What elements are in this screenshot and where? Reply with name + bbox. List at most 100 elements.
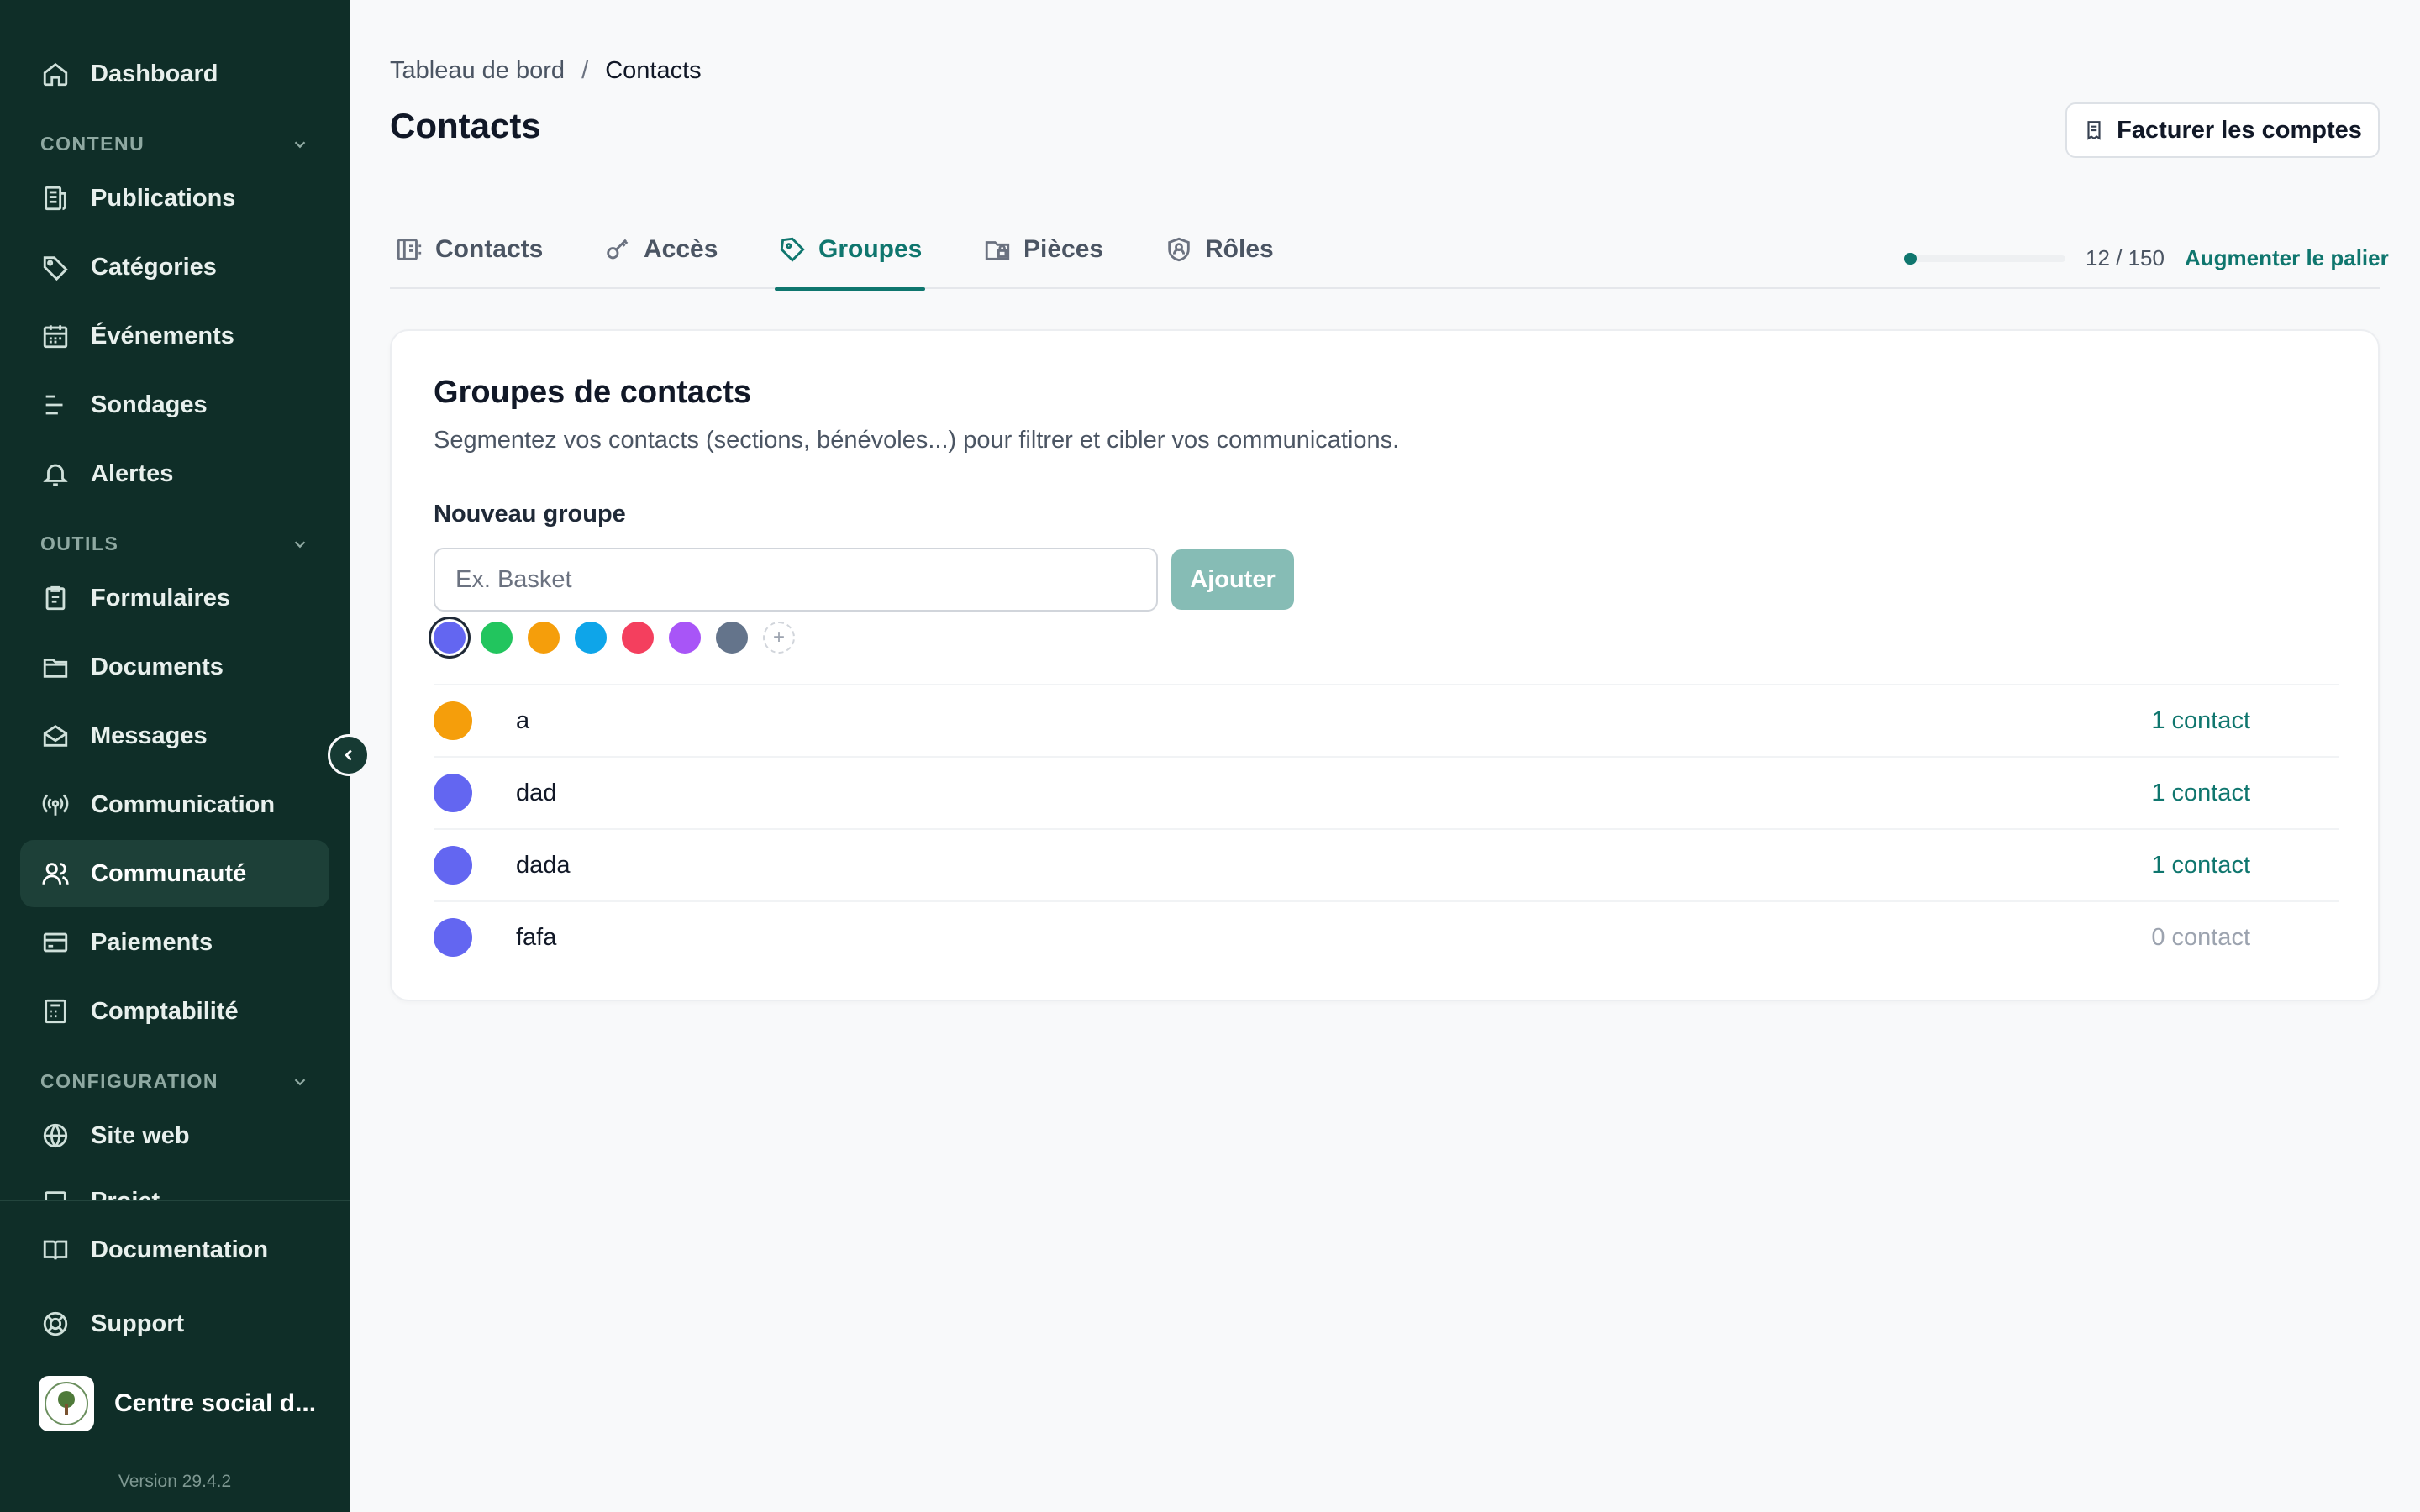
page-title: Contacts <box>390 106 541 145</box>
tab-pieces[interactable]: Pièces <box>983 210 1103 289</box>
sidebar-item-alertes[interactable]: Alertes <box>20 440 329 507</box>
group-contact-count[interactable]: 0 contact <box>2151 924 2250 952</box>
chevron-down-icon <box>294 540 306 548</box>
section-label-configuration[interactable]: CONFIGURATION <box>40 1070 309 1093</box>
card-title: Groupes de contacts <box>434 375 751 410</box>
poll-icon <box>20 391 91 419</box>
sidebar-item-label: Projet <box>91 1188 160 1200</box>
sidebar-item-sondages[interactable]: Sondages <box>20 371 329 438</box>
sidebar-item-documentation[interactable]: Documentation <box>20 1216 329 1284</box>
sidebar-item-paiements[interactable]: Paiements <box>20 909 329 976</box>
card-icon <box>20 928 91 957</box>
color-swatch[interactable] <box>575 622 607 654</box>
color-swatch[interactable] <box>669 622 701 654</box>
sidebar-item-evenements[interactable]: Événements <box>20 302 329 370</box>
sidebar-scroll-clip: Projet <box>0 1171 350 1200</box>
group-row[interactable]: dada 1 contact <box>434 828 2339 900</box>
group-contact-count[interactable]: 1 contact <box>2151 707 2250 735</box>
group-color-dot <box>434 918 472 957</box>
sidebar-item-label: Support <box>91 1310 185 1337</box>
sidebar-item-label: Communauté <box>91 859 247 887</box>
sidebar-item-label: Documents <box>91 653 224 680</box>
group-row[interactable]: a 1 contact <box>434 684 2339 756</box>
sidebar-item-communaute[interactable]: Communauté <box>20 840 329 907</box>
mail-open-icon <box>20 722 91 750</box>
sidebar-item-label: Publications <box>91 184 236 212</box>
clipboard-icon <box>20 584 91 612</box>
sidebar-item-documents[interactable]: Documents <box>20 633 329 701</box>
shield-user-icon <box>1168 237 1190 262</box>
sidebar-item-label: Sondages <box>91 391 208 418</box>
quota-progress-fill <box>1904 252 1918 265</box>
color-swatch[interactable] <box>622 622 654 654</box>
sidebar: Dashboard CONTENU Publications Catégorie… <box>0 0 350 1512</box>
tab-roles[interactable]: Rôles <box>1165 210 1274 289</box>
new-group-input[interactable] <box>434 548 1158 612</box>
sidebar-item-label: Site web <box>91 1121 190 1149</box>
quota-progress-bar <box>1904 252 2065 265</box>
sidebar-divider <box>0 1200 350 1201</box>
lifebuoy-icon <box>20 1310 91 1338</box>
app-version: Version 29.4.2 <box>118 1472 232 1491</box>
group-contact-count[interactable]: 1 contact <box>2151 780 2250 807</box>
color-swatch[interactable] <box>434 622 466 654</box>
sidebar-item-dashboard[interactable]: Dashboard <box>20 40 329 108</box>
collapse-sidebar-button[interactable] <box>328 734 370 776</box>
upgrade-tier-link[interactable]: Augmenter le palier <box>2185 245 2389 271</box>
group-name: a <box>516 706 530 734</box>
section-label-outils[interactable]: OUTILS <box>40 533 309 555</box>
sidebar-item-label: Communication <box>91 790 276 818</box>
section-label-contenu[interactable]: CONTENU <box>40 133 309 155</box>
tag-icon <box>780 237 805 262</box>
sidebar-item-comptabilite[interactable]: Comptabilité <box>20 978 329 1045</box>
sidebar-item-site-web[interactable]: Site web <box>20 1102 329 1169</box>
group-contact-count[interactable]: 1 contact <box>2151 852 2250 879</box>
receipt-icon <box>2087 121 2101 140</box>
breadcrumb-parent[interactable]: Tableau de bord <box>390 57 565 84</box>
color-swatch[interactable] <box>481 622 513 654</box>
new-group-label: Nouveau groupe <box>434 501 626 528</box>
contacts-icon <box>397 239 422 260</box>
organization-name: Centre social d... <box>114 1389 317 1417</box>
card-description: Segmentez vos contacts (sections, bénévo… <box>434 427 1400 454</box>
sidebar-item-label: Comptabilité <box>91 997 239 1025</box>
sidebar-item-categories[interactable]: Catégories <box>20 234 329 301</box>
tab-contacts[interactable]: Contacts <box>395 210 543 289</box>
add-group-button[interactable]: Ajouter <box>1171 549 1294 610</box>
key-icon <box>607 239 629 260</box>
tag-icon <box>20 253 91 281</box>
breadcrumb-current: Contacts <box>605 57 702 84</box>
sidebar-item-messages[interactable]: Messages <box>20 702 329 769</box>
organization-switcher[interactable]: Centre social d... <box>39 1376 316 1431</box>
tab-acces[interactable]: Accès <box>603 210 718 289</box>
broadcast-icon <box>20 790 91 819</box>
sidebar-item-communication[interactable]: Communication <box>20 771 329 838</box>
chevron-down-icon <box>294 1078 306 1085</box>
sidebar-item-label: Catégories <box>91 253 217 281</box>
color-swatch[interactable] <box>528 622 560 654</box>
bill-accounts-button[interactable]: Facturer les comptes <box>2065 102 2380 158</box>
tab-groupes[interactable]: Groupes <box>774 210 926 291</box>
folder-lock-icon <box>985 241 1010 260</box>
users-icon <box>20 859 91 888</box>
sidebar-item-label: Événements <box>91 322 234 349</box>
sidebar-item-publications[interactable]: Publications <box>20 165 329 232</box>
sidebar-item-formulaires[interactable]: Formulaires <box>20 564 329 632</box>
color-picker: + <box>434 622 795 654</box>
add-color-button[interactable]: + <box>763 622 795 654</box>
group-row[interactable]: dad 1 contact <box>434 756 2339 828</box>
calendar-icon <box>20 322 91 350</box>
sidebar-item-support[interactable]: Support <box>20 1290 329 1357</box>
sidebar-item-projet[interactable]: Projet <box>20 1171 329 1200</box>
group-row[interactable]: fafa 0 contact <box>434 900 2339 973</box>
group-name: fafa <box>516 923 557 951</box>
organization-logo <box>39 1376 94 1431</box>
sidebar-item-label: Dashboard <box>91 60 218 87</box>
color-swatch[interactable] <box>716 622 748 654</box>
breadcrumb: Tableau de bord / Contacts <box>390 57 702 85</box>
home-icon <box>20 60 91 88</box>
chevron-left-icon <box>345 749 352 761</box>
globe-icon <box>20 1121 91 1150</box>
group-color-dot <box>434 774 472 812</box>
project-icon <box>20 1188 91 1200</box>
